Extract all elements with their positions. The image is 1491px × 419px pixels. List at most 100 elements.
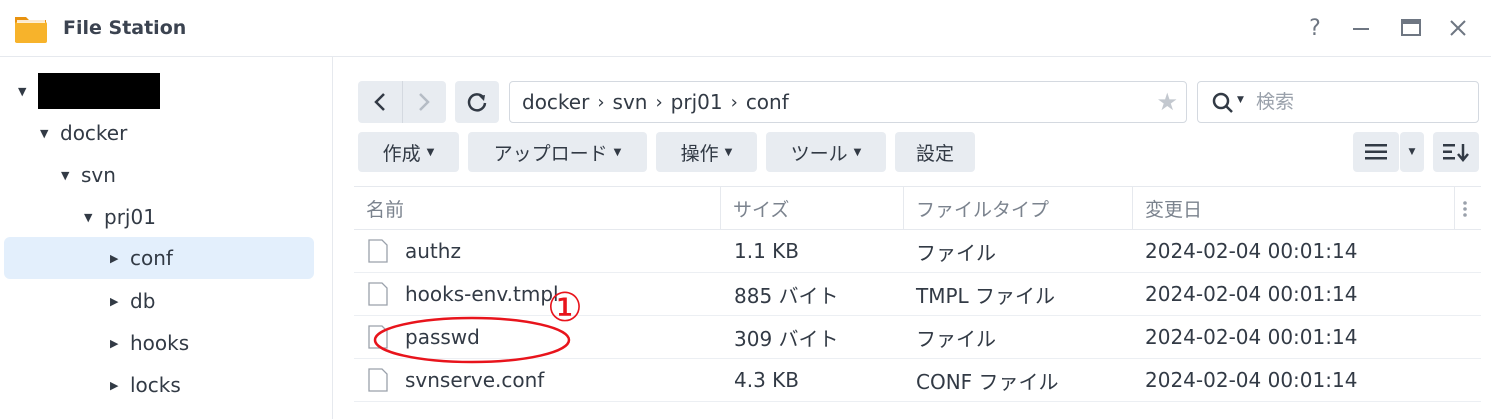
tree-item-label: locks [130, 373, 181, 397]
tree-item-hooks[interactable]: ▶ hooks [110, 323, 189, 363]
file-name: authz [405, 239, 461, 263]
button-label: 設定 [915, 142, 954, 165]
close-button[interactable] [1444, 14, 1472, 42]
forward-button[interactable] [402, 81, 446, 123]
view-dropdown-button[interactable]: ▼ [1400, 132, 1424, 172]
file-type: CONF ファイル [916, 369, 1059, 394]
tree-item-conf[interactable]: ▶ conf [4, 237, 314, 279]
tools-button[interactable]: ツール ▼ [766, 132, 886, 172]
main-panel: docker › svn › prj01 › conf ★ ▼ 作成 ▼ アップロ… [334, 57, 1491, 419]
tree-item-label: svn [81, 163, 116, 187]
table-row[interactable]: hooks-env.tmpl 885 バイト TMPL ファイル 2024-02… [354, 273, 1481, 316]
file-type: ファイル [916, 326, 996, 351]
caret-down-icon: ▼ [426, 146, 435, 158]
title-bar: File Station ? [0, 0, 1491, 57]
button-label: ツール [790, 142, 848, 165]
caret-down-icon: ▼ [613, 146, 622, 158]
sort-button[interactable] [1433, 132, 1479, 172]
file-icon [368, 325, 388, 349]
button-label: 作成 [382, 142, 421, 165]
table-row[interactable]: authz 1.1 KB ファイル 2024-02-04 00:01:14 [354, 230, 1481, 273]
file-name: svnserve.conf [405, 368, 545, 392]
caret-down-icon: ▼ [1408, 147, 1416, 157]
column-menu-icon[interactable] [1462, 199, 1474, 219]
maximize-button[interactable] [1397, 14, 1425, 42]
file-modified: 2024-02-04 00:01:14 [1145, 325, 1358, 349]
file-size: 309 バイト [734, 326, 839, 351]
refresh-button[interactable] [455, 81, 499, 123]
caret-down-icon: ▼ [853, 146, 862, 158]
chevron-right-icon [419, 93, 430, 111]
file-name: hooks-env.tmpl [405, 282, 559, 306]
caret-down-icon: ▼ [18, 84, 27, 98]
sort-icon [1443, 144, 1469, 162]
table-row[interactable]: passwd 309 バイト ファイル 2024-02-04 00:01:14 [354, 316, 1481, 359]
folder-icon [15, 17, 47, 43]
column-header-modified[interactable]: 変更日 [1133, 187, 1455, 229]
back-button[interactable] [358, 81, 402, 123]
caret-down-icon: ▼ [84, 210, 93, 224]
chevron-right-icon: › [597, 91, 605, 113]
help-button[interactable]: ? [1301, 14, 1329, 42]
create-button[interactable]: 作成 ▼ [358, 132, 459, 172]
caret-down-icon: ▼ [61, 168, 70, 182]
breadcrumb-item[interactable]: prj01 [671, 90, 723, 114]
table-row[interactable]: svnserve.conf 4.3 KB CONF ファイル 2024-02-0… [354, 359, 1481, 402]
chevron-right-icon: › [655, 91, 663, 113]
minimize-button[interactable] [1347, 14, 1375, 42]
file-name: passwd [405, 325, 480, 349]
tree-item-locks[interactable]: ▶ locks [110, 365, 181, 405]
tree-item-prj01[interactable]: ▼ prj01 [84, 197, 156, 237]
table-header: 名前 サイズ ファイルタイプ 変更日 [354, 186, 1481, 230]
file-icon [368, 239, 388, 263]
tree-item-label: conf [130, 246, 173, 270]
file-modified: 2024-02-04 00:01:14 [1145, 239, 1358, 263]
tree-item-label: prj01 [104, 205, 156, 229]
tree-item-db[interactable]: ▶ db [110, 281, 155, 321]
tree-item-label: hooks [130, 331, 190, 355]
tree-item-svn[interactable]: ▼ svn [61, 155, 116, 195]
caret-right-icon: ▶ [110, 294, 119, 308]
action-button[interactable]: 操作 ▼ [656, 132, 757, 172]
column-header-type[interactable]: ファイルタイプ [904, 187, 1133, 229]
caret-right-icon: ▶ [110, 336, 119, 350]
settings-button[interactable]: 設定 [895, 132, 975, 172]
file-size: 885 バイト [734, 283, 839, 308]
search-box[interactable]: ▼ [1197, 81, 1479, 123]
list-icon [1365, 144, 1387, 160]
button-label: アップロード [493, 142, 608, 165]
upload-button[interactable]: アップロード ▼ [468, 132, 647, 172]
tree-item-docker[interactable]: ▼ docker [40, 113, 127, 153]
minimize-icon [1353, 28, 1369, 30]
tree-item-label: db [130, 289, 156, 313]
maximize-icon [1401, 19, 1421, 36]
breadcrumb-item[interactable]: docker [522, 90, 589, 114]
breadcrumb-item[interactable]: conf [746, 90, 789, 114]
caret-right-icon: ▶ [110, 251, 119, 265]
history-nav [358, 81, 446, 123]
tree-item-label: docker [60, 121, 128, 145]
redacted-label [38, 73, 160, 109]
file-icon [368, 368, 388, 392]
path-breadcrumb[interactable]: docker › svn › prj01 › conf ★ [509, 81, 1187, 123]
file-icon [368, 282, 388, 306]
chevron-right-icon: › [730, 91, 738, 113]
file-modified: 2024-02-04 00:01:14 [1145, 282, 1358, 306]
search-icon [1212, 92, 1233, 113]
app-title: File Station [63, 17, 187, 39]
search-input[interactable] [1256, 90, 1466, 114]
caret-down-icon[interactable]: ▼ [1237, 95, 1244, 105]
column-header-name[interactable]: 名前 [354, 187, 721, 229]
caret-down-icon: ▼ [40, 126, 49, 140]
star-icon[interactable]: ★ [1156, 88, 1178, 116]
file-type: TMPL ファイル [916, 283, 1056, 308]
column-header-size[interactable]: サイズ [721, 187, 904, 229]
file-size: 1.1 KB [734, 239, 799, 263]
chevron-left-icon [374, 93, 385, 111]
tree-item-root[interactable]: ▼ [18, 71, 160, 111]
breadcrumb-item[interactable]: svn [613, 90, 648, 114]
refresh-icon [467, 93, 487, 112]
list-view-button[interactable] [1353, 132, 1399, 172]
button-label: 操作 [680, 142, 719, 165]
file-modified: 2024-02-04 00:01:14 [1145, 368, 1358, 392]
